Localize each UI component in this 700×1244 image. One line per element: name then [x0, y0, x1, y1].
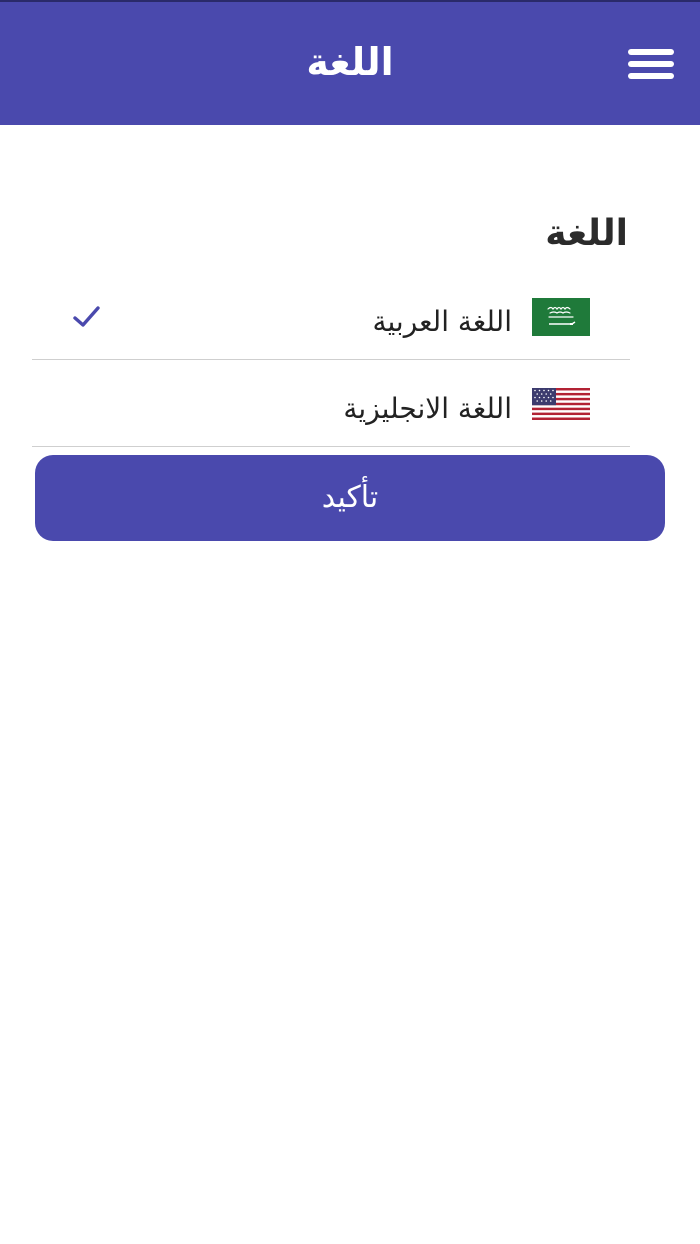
menu-line — [628, 73, 674, 79]
language-label: اللغة الانجليزية — [343, 392, 512, 425]
menu-line — [628, 49, 674, 55]
usa-flag-icon — [532, 388, 590, 426]
language-option-arabic[interactable]: اللغة العربية — [32, 274, 630, 360]
language-option-english[interactable]: اللغة الانجليزية — [32, 361, 630, 447]
language-section-heading: اللغة — [545, 213, 628, 254]
top-app-bar: اللغة — [0, 0, 700, 125]
confirm-button[interactable]: تأكيد — [35, 455, 665, 541]
checkmark-icon — [72, 304, 102, 330]
page-title: اللغة — [306, 40, 394, 84]
saudi-flag-icon — [532, 298, 590, 336]
hamburger-menu-icon[interactable] — [628, 46, 676, 82]
language-label: اللغة العربية — [372, 305, 512, 338]
menu-line — [628, 61, 674, 67]
